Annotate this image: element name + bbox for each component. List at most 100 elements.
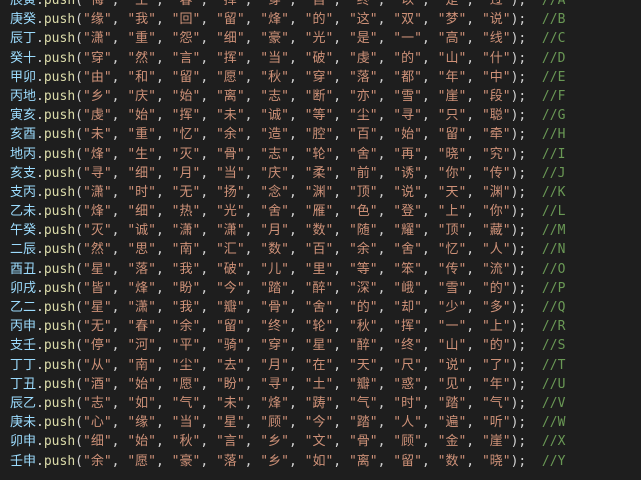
string-literal: "心" xyxy=(82,415,112,431)
string-literal: "听" xyxy=(481,415,511,431)
string-literal: "破" xyxy=(215,261,245,277)
string-literal: "藏" xyxy=(481,223,511,239)
method-name: push xyxy=(43,50,76,66)
code-line[interactable]: 地丙.push("烽", "生", "灭", "骨", "志", "轮", "舍… xyxy=(10,145,641,164)
string-literal: "一" xyxy=(393,31,422,47)
code-line[interactable]: 庚癸.push("缘", "我", "回", "留", "烽", "的", "这… xyxy=(10,10,641,29)
variable-name: 寅亥 xyxy=(10,108,37,124)
string-literal: "志" xyxy=(82,395,112,411)
code-line[interactable]: 辰乙.push("志", "如", "气", "未", "烽", "踌", "气… xyxy=(10,394,641,413)
string-literal: "你" xyxy=(481,204,511,220)
method-name: push xyxy=(43,88,76,104)
string-literal: "南" xyxy=(127,357,156,373)
string-literal: "诚" xyxy=(260,108,289,124)
line-comment: //A xyxy=(541,0,566,8)
code-line[interactable]: 二辰.push("然", "思", "南", "汇", "数", "百", "余… xyxy=(10,240,641,259)
string-literal: "这" xyxy=(348,12,378,28)
line-comment: //I xyxy=(541,146,566,162)
string-literal: "余" xyxy=(348,242,378,258)
string-literal: "说" xyxy=(481,12,511,28)
string-literal: "虔" xyxy=(348,50,378,66)
method-name: push xyxy=(43,127,76,143)
code-line[interactable]: 支壬.push("停", "河", "平", "骑", "穿", "星", "醉… xyxy=(10,336,641,355)
string-literal: "潇" xyxy=(82,31,112,47)
code-line[interactable]: 甲卯.push("由", "和", "留", "愿", "秋", "穿", "落… xyxy=(10,68,641,87)
variable-name: 辰乙 xyxy=(10,395,37,411)
string-literal: "潇" xyxy=(82,184,112,200)
code-line[interactable]: 乙未.push("烽", "细", "热", "光", "舍", "雁", "色… xyxy=(10,202,641,221)
code-editor[interactable]: 辰寅.push("悔", "土", "春", "挥", "穿", "自", "终… xyxy=(0,0,641,480)
string-literal: "雪" xyxy=(437,280,467,296)
variable-name: 壬申 xyxy=(10,453,37,469)
code-line[interactable]: 酉丑.push("星", "落", "我", "破", "儿", "里", "等… xyxy=(10,260,641,279)
string-literal: "雁" xyxy=(304,204,334,220)
string-literal: "顾" xyxy=(260,415,289,431)
code-line[interactable]: 癸十.push("穿", "然", "言", "挥", "当", "破", "虔… xyxy=(10,49,641,68)
code-line[interactable]: 辰寅.push("悔", "土", "春", "挥", "穿", "自", "终… xyxy=(10,0,641,10)
string-literal: "未" xyxy=(215,108,245,124)
string-literal: "穿" xyxy=(260,338,289,354)
method-name: push xyxy=(43,69,76,85)
string-literal: "终" xyxy=(260,319,289,335)
code-line[interactable]: 支丙.push("潇", "时", "无", "扬", "念", "渊", "顶… xyxy=(10,183,641,202)
string-literal: "乡" xyxy=(260,453,289,469)
string-literal: "豪" xyxy=(260,31,289,47)
string-literal: "烽" xyxy=(82,146,112,162)
line-comment: //M xyxy=(541,223,566,239)
string-literal: "轮" xyxy=(304,146,334,162)
method-name: push xyxy=(43,357,76,373)
string-literal: "骨" xyxy=(260,300,289,315)
string-literal: "重" xyxy=(127,127,156,143)
code-line[interactable]: 亥支.push("寻", "细", "月", "当", "庆", "柔", "前… xyxy=(10,164,641,183)
code-line[interactable]: 卯戌.push("皆", "烽", "盼", "今", "踏", "醉", "深… xyxy=(10,279,641,298)
code-line[interactable]: 乙二.push("星", "潇", "我", "瓣", "骨", "舍", "的… xyxy=(10,298,641,317)
code-line[interactable]: 卯申.push("细", "始", "秋", "言", "乡", "文", "骨… xyxy=(10,432,641,451)
line-comment: //N xyxy=(541,242,566,258)
method-name: push xyxy=(43,165,76,181)
string-literal: "年" xyxy=(437,69,467,85)
code-line[interactable]: 寅亥.push("虔", "始", "挥", "未", "诚", "等", "尘… xyxy=(10,106,641,125)
code-line[interactable]: 辰丁.push("潇", "重", "怨", "细", "豪", "光", "是… xyxy=(10,29,641,48)
code-line[interactable]: 亥酉.push("未", "重", "忆", "余", "造", "腔", "百… xyxy=(10,125,641,144)
string-literal: "平" xyxy=(171,338,201,354)
string-literal: "多" xyxy=(481,300,511,315)
code-line[interactable]: 丙申.push("无", "春", "余", "留", "终", "轮", "秋… xyxy=(10,317,641,336)
string-literal: "乡" xyxy=(260,434,289,450)
string-literal: "晓" xyxy=(481,453,511,469)
string-literal: "热" xyxy=(171,204,201,220)
string-literal: "却" xyxy=(393,300,422,315)
code-line[interactable]: 丁丁.push("从", "南", "尘", "去", "月", "在", "天… xyxy=(10,356,641,375)
string-literal: "双" xyxy=(393,12,422,28)
code-line[interactable]: 丙地.push("乡", "庆", "始", "离", "志", "断", "亦… xyxy=(10,87,641,106)
code-line[interactable]: 庚未.push("心", "缘", "当", "星", "顾", "今", "踏… xyxy=(10,413,641,432)
string-literal: "天" xyxy=(437,184,467,200)
line-comment: //D xyxy=(541,50,566,66)
string-literal: "穿" xyxy=(260,0,289,8)
string-literal: "细" xyxy=(127,165,156,181)
code-line[interactable]: 丁丑.push("酒", "始", "愿", "盼", "寻", "土", "瓣… xyxy=(10,375,641,394)
string-literal: "细" xyxy=(127,204,156,220)
string-literal: "耀" xyxy=(393,223,422,239)
string-literal: "秋" xyxy=(260,69,289,85)
string-literal: "见" xyxy=(437,376,467,392)
variable-name: 支丙 xyxy=(10,184,37,200)
string-literal: "传" xyxy=(437,261,467,277)
string-literal: "悔" xyxy=(82,0,112,8)
line-comment: //K xyxy=(541,184,566,200)
string-literal: "秋" xyxy=(171,434,201,450)
code-line[interactable]: 壬申.push("余", "愿", "豪", "落", "乡", "如", "离… xyxy=(10,452,641,471)
string-literal: "细" xyxy=(215,31,245,47)
variable-name: 二辰 xyxy=(10,242,37,258)
method-name: push xyxy=(43,453,76,469)
string-literal: "南" xyxy=(171,242,201,258)
string-literal: "时" xyxy=(127,184,156,200)
string-literal: "只" xyxy=(437,108,467,124)
variable-name: 癸十 xyxy=(10,50,37,66)
string-literal: "然" xyxy=(127,50,156,66)
string-literal: "气" xyxy=(171,395,201,411)
string-literal: "顶" xyxy=(437,223,467,239)
string-literal: "文" xyxy=(304,434,334,450)
string-literal: "数" xyxy=(437,453,467,469)
string-literal: "瓣" xyxy=(348,376,378,392)
code-line[interactable]: 午癸.push("灭", "诚", "潇", "潇", "月", "数", "随… xyxy=(10,221,641,240)
